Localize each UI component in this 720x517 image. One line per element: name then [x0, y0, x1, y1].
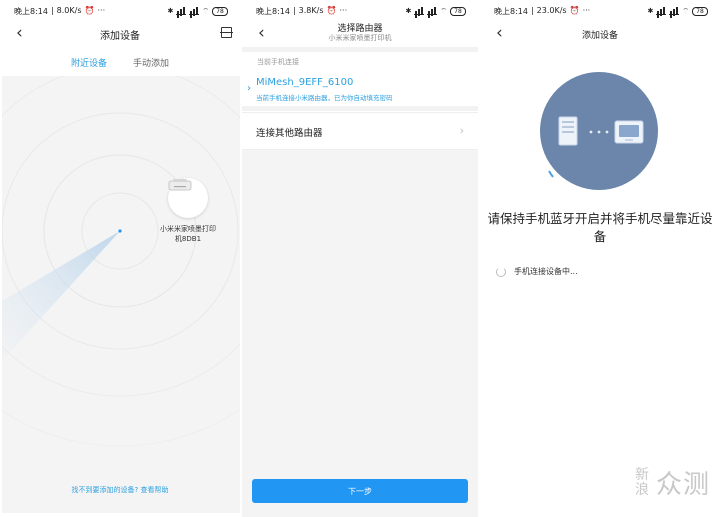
- battery-icon: 78: [450, 6, 466, 16]
- wifi-icon: ⌔: [440, 6, 447, 15]
- bluetooth-icon: ✱: [405, 7, 412, 15]
- select-router-screen: 晚上8:14 | 3.8K/s ⏰ ··· ✱ ⌔ 78 ‹ 选择路由器 小米米…: [242, 0, 478, 517]
- status-dots: ···: [97, 5, 106, 15]
- alarm-icon: ⏰: [84, 5, 95, 15]
- connection-progress: 手机连接设备中...: [496, 266, 578, 277]
- signal-icon-2: [427, 6, 438, 15]
- status-dots: ···: [339, 5, 348, 15]
- wifi-icon: ⌔: [682, 6, 689, 15]
- status-right: ✱ ⌔ 78: [647, 6, 708, 16]
- status-separator: |: [530, 5, 534, 15]
- alarm-icon: ⏰: [326, 5, 337, 15]
- watermark: 新浪 众测: [634, 464, 710, 501]
- section-label: 当前手机连接: [257, 58, 299, 66]
- status-speed: 3.8K/s: [298, 5, 324, 15]
- add-device-screen: 晚上8:14 | 8.0K/s ⏰ ··· ✱ ⌔ 78 ‹ 添加设备 附近设备…: [0, 0, 240, 517]
- page-title: 添加设备: [581, 30, 618, 41]
- wifi-icon: ⌔: [202, 6, 209, 15]
- watermark-small: 新浪: [634, 466, 649, 498]
- battery-icon: 78: [212, 6, 228, 16]
- status-separator: |: [50, 5, 54, 15]
- screenshot-collage: 晚上8:14 | 8.0K/s ⏰ ··· ✱ ⌔ 78 ‹ 添加设备 附近设备…: [0, 0, 720, 517]
- status-right: ✱ ⌔ 78: [405, 6, 466, 16]
- status-bar: 晚上8:14 | 8.0K/s ⏰ ··· ✱ ⌔ 78: [0, 0, 240, 22]
- section-divider: [242, 47, 478, 52]
- help-link[interactable]: 找不到要添加的设备? 查看帮助: [0, 485, 240, 495]
- radar-scan-area: 小米米家喷墨打印机8DB1: [2, 76, 240, 513]
- other-router-label: 连接其他路由器: [256, 128, 323, 139]
- battery-icon: 78: [692, 6, 708, 16]
- back-arrow-icon[interactable]: ‹: [16, 25, 23, 42]
- scan-icon[interactable]: [220, 27, 233, 38]
- signal-icon: [176, 6, 187, 15]
- tab-nearby-devices[interactable]: 附近设备: [71, 56, 107, 69]
- tab-manual-add[interactable]: 手动添加: [133, 56, 169, 69]
- chevron-right-icon: ›: [459, 124, 464, 137]
- status-left: 晚上8:14 | 23.0K/s ⏰ ···: [494, 6, 590, 17]
- status-bar: 晚上8:14 | 23.0K/s ⏰ ··· ✱ ⌔ 78: [480, 0, 720, 22]
- other-router-row[interactable]: 连接其他路由器 ›: [242, 112, 478, 150]
- status-left: 晚上8:14 | 8.0K/s ⏰ ···: [14, 6, 105, 17]
- phone-to-printer-illustration: [539, 71, 659, 191]
- device-label[interactable]: 小米米家喷墨打印机8DB1: [158, 224, 218, 244]
- bluetooth-icon: ✱: [167, 7, 174, 15]
- status-separator: |: [292, 5, 296, 15]
- status-speed: 23.0K/s: [536, 5, 567, 15]
- status-speed: 8.0K/s: [56, 5, 82, 15]
- chevron-right-icon: ›: [247, 83, 251, 94]
- instruction-message: 请保持手机蓝牙开启并将手机尽量靠近设备: [487, 211, 713, 244]
- progress-text: 手机连接设备中...: [514, 267, 578, 276]
- empty-area: [242, 150, 478, 517]
- current-network-name[interactable]: MiMesh_9EFF_6100: [256, 77, 353, 88]
- tab-bar: 附近设备 手动添加: [0, 56, 240, 69]
- status-bar: 晚上8:14 | 3.8K/s ⏰ ··· ✱ ⌔ 78: [242, 0, 478, 22]
- back-arrow-icon[interactable]: ‹: [496, 25, 503, 42]
- page-title: 添加设备: [100, 30, 140, 42]
- loading-spinner-icon: [496, 266, 506, 277]
- next-button[interactable]: 下一步: [252, 479, 468, 503]
- status-time: 晚上8:14: [14, 6, 48, 16]
- current-network-note: 当前手机连接小米路由器，已为你自动填充密码: [256, 94, 393, 102]
- nav-bar: ‹ 添加设备: [0, 22, 240, 46]
- signal-icon: [656, 6, 667, 15]
- status-time: 晚上8:14: [256, 6, 290, 16]
- section-divider-2: [242, 106, 478, 111]
- status-dots: ···: [582, 5, 591, 15]
- signal-icon-2: [189, 6, 200, 15]
- bluetooth-icon: ✱: [647, 7, 654, 15]
- signal-icon-2: [669, 6, 680, 15]
- signal-icon: [414, 6, 425, 15]
- status-left: 晚上8:14 | 3.8K/s ⏰ ···: [256, 6, 347, 17]
- nav-bar: ‹ 添加设备: [480, 22, 720, 46]
- printer-device-icon[interactable]: [168, 178, 208, 218]
- status-time: 晚上8:14: [494, 6, 528, 16]
- bluetooth-connect-screen: 晚上8:14 | 23.0K/s ⏰ ··· ✱ ⌔ 78 ‹ 添加设备 请保持…: [480, 0, 720, 517]
- radar-rings: [2, 76, 240, 447]
- status-right: ✱ ⌔ 78: [167, 6, 228, 16]
- page-subtitle: 小米米家喷墨打印机: [328, 34, 392, 42]
- watermark-large: 众测: [655, 470, 710, 500]
- alarm-icon: ⏰: [569, 5, 580, 15]
